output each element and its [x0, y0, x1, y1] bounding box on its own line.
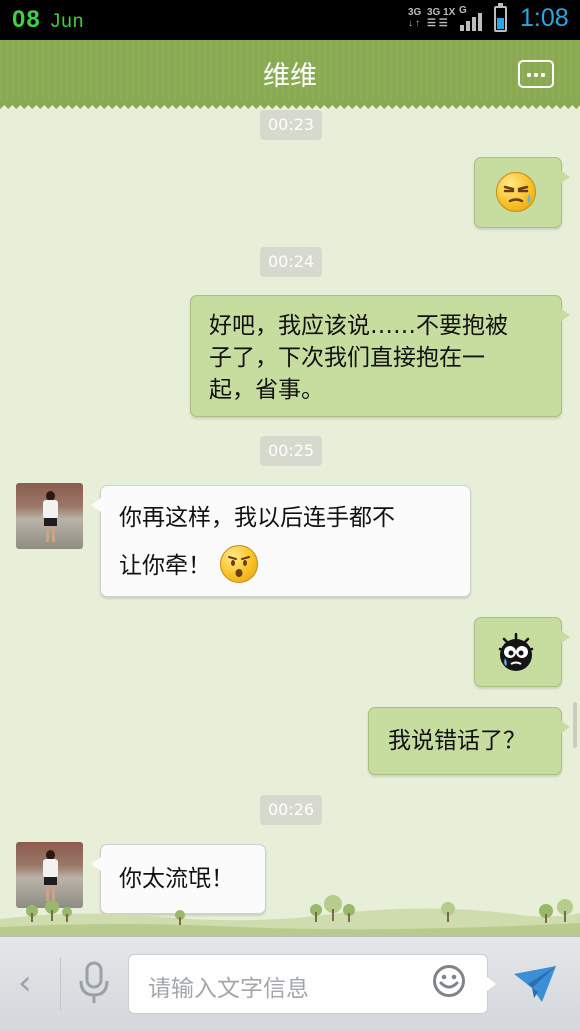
divider [60, 957, 61, 1011]
outgoing-message-bubble[interactable] [474, 617, 570, 687]
status-clock: 1:08 [520, 4, 569, 32]
contact-avatar[interactable] [16, 483, 83, 549]
chat-header: 维维 [0, 40, 580, 109]
chevron-left-icon[interactable]: ‹ [18, 963, 32, 1003]
network-3g-label: 3G [408, 7, 422, 18]
status-date: 08 Jun [12, 6, 84, 34]
outgoing-message-bubble[interactable] [474, 157, 570, 228]
timestamp: 00:23 [260, 110, 323, 140]
chat-message-list[interactable]: 00:23 00:24 好吧，我应该说……不要抱被 子了，下次我们直接抱在一 起… [0, 102, 580, 936]
landscape-decoration [0, 895, 580, 937]
input-bar: ‹ 请输入文字信息 [0, 936, 580, 1031]
message-line-text: 让你牵！ [119, 553, 211, 579]
message-line: 好吧，我应该说……不要抱被 [209, 313, 508, 339]
battery-icon [494, 3, 507, 32]
incoming-message-bubble[interactable]: 你再这样，我以后连手都不 让你牵！ [91, 485, 471, 597]
signal-strength-icon [458, 13, 484, 31]
message-text: 你太流氓！ [119, 866, 234, 892]
network-3g1x-indicator: 3G 1X ☰ ☰ [427, 7, 456, 29]
outgoing-message-bubble[interactable]: 好吧，我应该说……不要抱被 子了，下次我们直接抱在一 起，省事。 [190, 295, 570, 417]
paper-plane-icon[interactable] [512, 962, 558, 1004]
surprised-face-emoji [220, 544, 259, 583]
sweat-face-emoji [496, 172, 536, 212]
more-dots-icon[interactable] [518, 60, 554, 88]
smiley-icon[interactable] [432, 964, 466, 998]
outgoing-message-bubble[interactable]: 我说错话了？ [368, 707, 570, 775]
message-input-placeholder: 请输入文字信息 [148, 976, 309, 1002]
crying-black-ball-emoji [496, 632, 536, 673]
message-text: 我说错话了？ [388, 728, 526, 754]
status-bar: 08 Jun 3G ↓↑ 3G 1X ☰ ☰ G 1:08 [0, 0, 580, 40]
contact-name: 维维 [263, 61, 317, 92]
chat-scrollbar[interactable] [573, 702, 577, 748]
message-line: 起，省事。 [209, 377, 324, 403]
network-3g1x-label: 3G 1X [427, 7, 456, 18]
network-3g-indicator: 3G ↓↑ [408, 7, 422, 29]
message-line: 子了，下次我们直接抱在一 [209, 345, 485, 371]
message-line: 你再这样，我以后连手都不 [119, 505, 395, 531]
status-day: 08 [12, 6, 41, 33]
timestamp: 00:26 [260, 795, 323, 825]
microphone-icon[interactable] [76, 961, 112, 1005]
message-line: 让你牵！ [119, 544, 470, 583]
timestamp: 00:24 [260, 247, 323, 277]
timestamp: 00:25 [260, 436, 323, 466]
status-month: Jun [50, 11, 85, 32]
